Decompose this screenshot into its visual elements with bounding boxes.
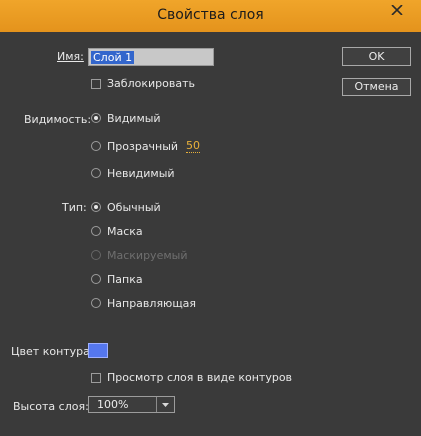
name-input[interactable]: Слой 1 (88, 48, 214, 66)
layer-properties-dialog: Свойства слоя Имя: Слой 1 OK Отмена Забл… (0, 0, 421, 436)
ok-button[interactable]: OK (342, 47, 411, 66)
type-folder-radio[interactable] (91, 274, 101, 284)
outline-view-label[interactable]: Просмотр слоя в виде контуров (107, 371, 292, 384)
type-mask-radio[interactable] (91, 226, 101, 236)
visibility-transparent-radio[interactable] (91, 141, 101, 151)
type-label: Тип: (62, 201, 87, 214)
type-mask-label[interactable]: Маска (107, 225, 143, 238)
outline-view-checkbox[interactable] (91, 373, 101, 383)
dialog-title: Свойства слоя (157, 7, 264, 23)
name-label: Имя: (57, 50, 84, 63)
visibility-transparent-label[interactable]: Прозрачный (107, 140, 178, 153)
layer-height-value: 100% (97, 398, 129, 411)
outline-color-swatch[interactable] (88, 343, 108, 358)
transparency-value[interactable]: 50 (186, 140, 200, 153)
type-masked-radio (91, 250, 101, 260)
type-guide-radio[interactable] (91, 298, 101, 308)
title-bar[interactable]: Свойства слоя (0, 0, 421, 32)
type-masked-label: Маскируемый (107, 249, 188, 262)
name-input-value: Слой 1 (91, 51, 135, 64)
visibility-visible-radio[interactable] (91, 113, 101, 123)
lock-label[interactable]: Заблокировать (107, 77, 195, 90)
visibility-label: Видимость: (24, 113, 92, 126)
lock-checkbox[interactable] (91, 79, 101, 89)
layer-height-label: Высота слоя: (13, 400, 89, 413)
close-button[interactable] (375, 0, 421, 21)
visibility-invisible-radio[interactable] (91, 168, 101, 178)
visibility-visible-label[interactable]: Видимый (107, 112, 161, 125)
cancel-button[interactable]: Отмена (342, 78, 411, 96)
type-normal-radio[interactable] (91, 202, 101, 212)
visibility-invisible-label[interactable]: Невидимый (107, 167, 175, 180)
type-guide-label[interactable]: Направляющая (107, 297, 196, 310)
type-normal-label[interactable]: Обычный (107, 201, 161, 214)
close-icon (391, 5, 403, 15)
layer-height-dropdown[interactable]: 100% (88, 396, 175, 413)
outline-color-label: Цвет контура: (11, 345, 94, 358)
chevron-down-icon (162, 403, 169, 407)
type-folder-label[interactable]: Папка (107, 273, 143, 286)
dropdown-arrow[interactable] (156, 397, 174, 412)
